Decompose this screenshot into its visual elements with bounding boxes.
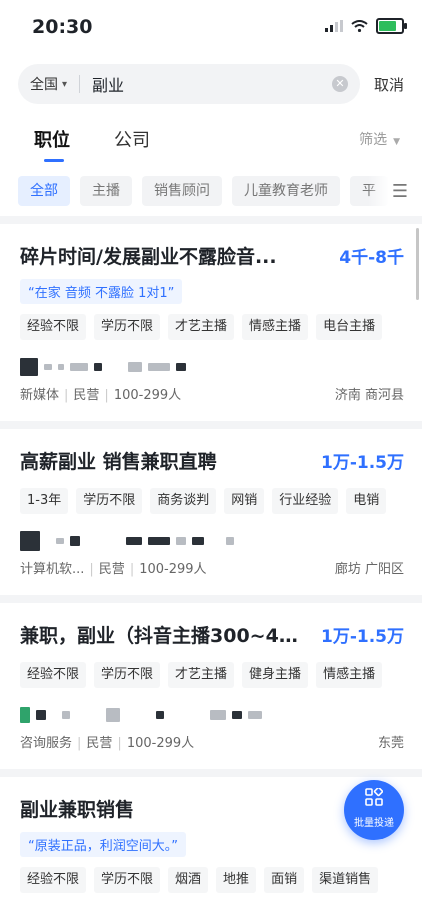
job-tag: 面销 — [264, 867, 305, 893]
chip-child-teacher[interactable]: 儿童教育老师 — [232, 176, 340, 206]
search-box[interactable]: 全国 ▾ 副业 ✕ — [18, 64, 360, 104]
search-input[interactable]: 副业 — [92, 72, 332, 96]
tab-bar: 职位 公司 筛选 ▼ — [0, 112, 422, 166]
job-tag: 才艺主播 — [168, 662, 235, 688]
job-location: 济南 商河县 — [334, 388, 404, 403]
category-chips: 全部 主播 销售顾问 儿童教育老师 平 ☰ — [0, 166, 422, 216]
job-tag: 地推 — [216, 867, 257, 893]
company-size: 100-299人 — [113, 388, 182, 403]
company-industry: 咨询服务 — [20, 736, 73, 751]
job-tags: 1-3年 学历不限 商务谈判 网销 行业经验 电销 — [20, 488, 404, 514]
job-tag: 网销 — [224, 488, 265, 514]
company-type: 民营 — [86, 736, 113, 751]
status-icons — [325, 18, 407, 34]
job-tag: 学历不限 — [94, 662, 161, 688]
job-title: 兼职，副业（抖音主播300~4... — [20, 625, 300, 647]
company-industry: 新媒体 — [20, 388, 60, 403]
cancel-button[interactable]: 取消 — [374, 74, 404, 95]
tab-positions[interactable]: 职位 — [34, 126, 70, 162]
job-title: 高薪副业 销售兼职直聘 — [20, 451, 217, 473]
job-tag: 情感主播 — [242, 314, 309, 340]
job-tag: 经验不限 — [20, 314, 87, 340]
job-highlight: “在家 音频 不露脸 1对1” — [20, 279, 183, 304]
tab-companies[interactable]: 公司 — [114, 126, 150, 152]
job-tag: 学历不限 — [94, 314, 161, 340]
search-row: 全国 ▾ 副业 ✕ 取消 — [0, 56, 422, 112]
company-type: 民营 — [98, 562, 125, 577]
battery-icon — [376, 18, 407, 34]
job-card[interactable]: 高薪副业 销售兼职直聘 1万-1.5万 1-3年 学历不限 商务谈判 网销 行业… — [0, 429, 422, 595]
chevron-down-icon: ▾ — [62, 78, 68, 90]
job-tag: 经验不限 — [20, 662, 87, 688]
filter-button[interactable]: 筛选 ▼ — [359, 129, 400, 149]
filter-triangle-icon: ▼ — [393, 137, 400, 147]
company-meta: 新媒体 | 民营 | 100-299人 济南 商河县 — [20, 384, 404, 421]
chip-sales-consultant[interactable]: 销售顾问 — [142, 176, 222, 206]
job-tag: 行业经验 — [272, 488, 339, 514]
chip-all[interactable]: 全部 — [18, 176, 70, 206]
job-salary: 4千-8千 — [339, 248, 404, 268]
signal-icon — [325, 20, 343, 32]
header: 20:30 全国 ▾ 副业 ✕ 取消 职位 公司 筛选 ▼ 全部 主播 销售顾问… — [0, 0, 422, 216]
job-tag: 商务谈判 — [150, 488, 217, 514]
company-name-blurred — [20, 702, 404, 728]
batch-apply-label: 批量投递 — [354, 818, 394, 829]
job-tag: 渠道销售 — [312, 867, 379, 893]
company-meta: 咨询服务 | 民营 | 100-299人 东莞 — [20, 732, 404, 769]
job-highlight: “原装正品，利润空间大。” — [20, 832, 186, 857]
company-industry: 计算机软... — [20, 562, 85, 577]
job-tag: 电销 — [346, 488, 387, 514]
job-tag: 经验不限 — [20, 867, 87, 893]
status-time: 20:30 — [32, 16, 93, 38]
company-size: 100-299人 — [126, 736, 195, 751]
job-tag: 电台主播 — [316, 314, 383, 340]
job-tag: 烟酒 — [168, 867, 209, 893]
company-type: 民营 — [73, 388, 100, 403]
job-tags: 经验不限 学历不限 烟酒 地推 面销 渠道销售 — [20, 867, 404, 893]
company-name-blurred — [20, 528, 404, 554]
job-tags: 经验不限 学历不限 才艺主播 健身主播 情感主播 — [20, 662, 404, 688]
company-name-blurred — [20, 354, 404, 380]
company-size: 100-299人 — [139, 562, 207, 577]
job-tag: 才艺主播 — [168, 314, 235, 340]
chip-anchor[interactable]: 主播 — [80, 176, 132, 206]
job-card[interactable]: 碎片时间/发展副业不露脸音... 4千-8千 “在家 音频 不露脸 1对1” 经… — [0, 224, 422, 421]
job-salary: 1万-1.5万 — [321, 453, 404, 473]
scrollbar[interactable] — [416, 228, 419, 300]
menu-icon[interactable]: ☰ — [368, 166, 422, 216]
job-title: 副业兼职销售 — [20, 799, 135, 821]
batch-apply-button[interactable]: 批量投递 — [344, 780, 404, 840]
job-tags: 经验不限 学历不限 才艺主播 情感主播 电台主播 — [20, 314, 404, 340]
job-location: 东莞 — [377, 736, 404, 751]
grid-icon — [344, 786, 404, 811]
job-tag: 情感主播 — [316, 662, 383, 688]
status-bar: 20:30 — [0, 0, 422, 56]
job-card[interactable]: 兼职，副业（抖音主播300~4... 1万-1.5万 经验不限 学历不限 才艺主… — [0, 603, 422, 769]
filter-label: 筛选 — [359, 132, 388, 148]
job-tag: 学历不限 — [76, 488, 143, 514]
city-selector[interactable]: 全国 — [30, 74, 58, 94]
job-location: 廊坊 广阳区 — [334, 562, 404, 577]
company-meta: 计算机软... | 民营 | 100-299人 廊坊 广阳区 — [20, 558, 404, 595]
search-divider — [79, 75, 81, 93]
job-title: 碎片时间/发展副业不露脸音... — [20, 246, 277, 268]
job-tag: 1-3年 — [20, 488, 69, 514]
job-tag: 健身主播 — [242, 662, 309, 688]
job-tag: 学历不限 — [94, 867, 161, 893]
wifi-icon — [351, 20, 368, 32]
clear-icon[interactable]: ✕ — [331, 76, 348, 92]
job-salary: 1万-1.5万 — [321, 627, 404, 647]
